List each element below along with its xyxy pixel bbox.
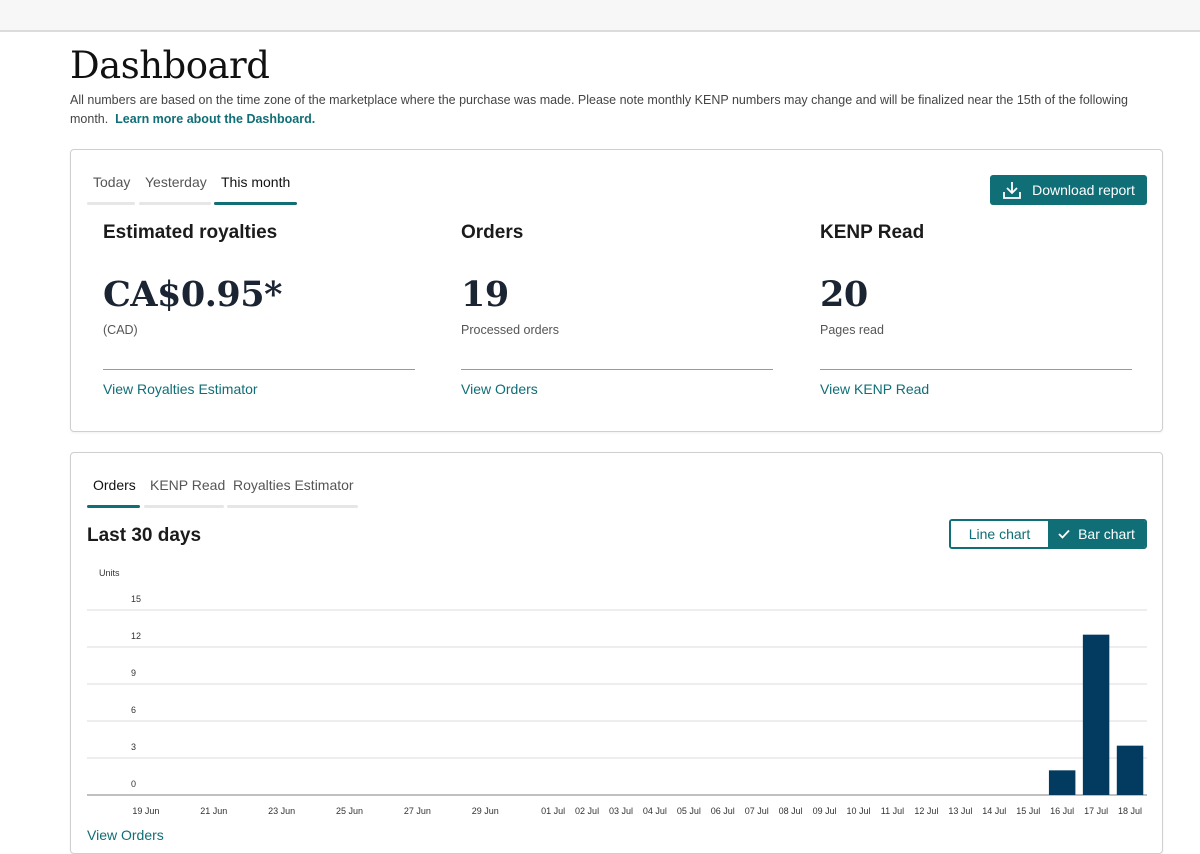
bar[interactable] [1048,770,1076,795]
x-tick-label: 05 Jul [677,806,701,816]
y-tick-label: 6 [131,705,136,715]
bar-chart-label: Bar chart [1078,526,1135,542]
intro-text: All numbers are based on the time zone o… [70,91,1150,129]
metric-orders-title: Orders [461,222,524,243]
metric-royalties: Estimated royalties CA$0.95* (CAD) View … [103,222,415,399]
metric-orders-sub: Processed orders [461,323,559,337]
x-tick-label: 16 Jul [1050,806,1074,816]
metric-kenp-title: KENP Read [820,222,925,243]
x-tick-label: 19 Jun [132,806,159,816]
learn-more-link[interactable]: Learn more about the Dashboard. [115,112,315,126]
x-tick-label: 29 Jun [472,806,499,816]
x-tick-label: 21 Jun [200,806,227,816]
download-icon [1003,182,1022,199]
y-tick-label: 3 [131,742,136,752]
page-title: Dashboard [70,44,270,87]
x-tick-label: 04 Jul [643,806,667,816]
x-tick-label: 10 Jul [847,806,871,816]
download-report-label: Download report [1032,182,1135,198]
y-tick-label: 0 [131,779,136,789]
tab-orders[interactable]: Orders [93,477,136,493]
tab-orders-underline [87,505,140,508]
history-card: Orders KENP Read Royalties Estimator Las… [70,452,1163,854]
y-tick-label: 9 [131,668,136,678]
x-tick-label: 18 Jul [1118,806,1142,816]
x-tick-label: 07 Jul [745,806,769,816]
y-axis-label: Units [99,568,120,578]
check-icon [1058,529,1070,539]
metric-orders: Orders 19 Processed orders View Orders [461,222,773,399]
x-tick-label: 25 Jun [336,806,363,816]
metric-royalties-divider [103,369,415,370]
y-tick-label: 15 [131,594,141,604]
view-orders-link[interactable]: View Orders [461,381,538,397]
x-tick-label: 06 Jul [711,806,735,816]
x-tick-label: 14 Jul [982,806,1006,816]
x-tick-label: 17 Jul [1084,806,1108,816]
y-tick-label: 12 [131,631,141,641]
view-kenp-read-link[interactable]: View KENP Read [820,381,929,397]
chart-period-title: Last 30 days [87,525,202,546]
chart-type-toggle: Line chart Bar chart [949,519,1147,549]
metric-orders-divider [461,369,773,370]
x-tick-label: 11 Jul [881,806,904,816]
line-chart-button[interactable]: Line chart [951,521,1048,547]
view-orders-footer-link[interactable]: View Orders [87,827,164,843]
metric-kenp-divider [820,369,1132,370]
line-chart-label: Line chart [968,526,1031,542]
metric-kenp-sub: Pages read [820,323,884,337]
tab-yesterday-underline [139,202,211,205]
x-tick-label: 08 Jul [779,806,803,816]
bar[interactable] [1082,634,1110,795]
tab-today[interactable]: Today [93,174,130,190]
tab-this-month-underline [214,202,297,205]
metric-royalties-title: Estimated royalties [103,222,278,243]
metric-royalties-value: CA$0.95* [103,274,282,315]
bar-chart-button[interactable]: Bar chart [1048,521,1145,547]
x-tick-label: 27 Jun [404,806,431,816]
view-royalties-estimator-link[interactable]: View Royalties Estimator [103,381,258,397]
tab-kenp-read-underline [144,505,224,508]
x-tick-label: 02 Jul [575,806,599,816]
x-tick-label: 03 Jul [609,806,633,816]
tab-royalties-estimator-underline [227,505,358,508]
tab-yesterday[interactable]: Yesterday [145,174,207,190]
tab-today-underline [87,202,135,205]
metric-orders-value: 19 [461,274,509,315]
tab-royalties-estimator[interactable]: Royalties Estimator [233,477,354,493]
x-tick-label: 15 Jul [1016,806,1040,816]
metric-kenp: KENP Read 20 Pages read View KENP Read [820,222,1132,399]
metric-royalties-sub: (CAD) [103,323,138,337]
top-nav-bar [0,0,1200,32]
metric-kenp-value: 20 [820,274,868,315]
summary-card: Today Yesterday This month Download repo… [70,149,1163,432]
x-tick-label: 12 Jul [914,806,938,816]
tab-kenp-read[interactable]: KENP Read [150,477,225,493]
x-tick-label: 23 Jun [268,806,295,816]
tab-this-month[interactable]: This month [221,174,290,190]
bar[interactable] [1116,745,1144,795]
orders-bar-chart: 0 3 6 9 12 15 19 Jun 21 Jun 23 Jun 25 Jun 27 Jun 29… [87,594,1147,816]
x-tick-label: 09 Jul [813,806,837,816]
x-tick-label: 13 Jul [948,806,972,816]
download-report-button[interactable]: Download report [990,175,1147,205]
x-tick-label: 01 Jul [541,806,565,816]
